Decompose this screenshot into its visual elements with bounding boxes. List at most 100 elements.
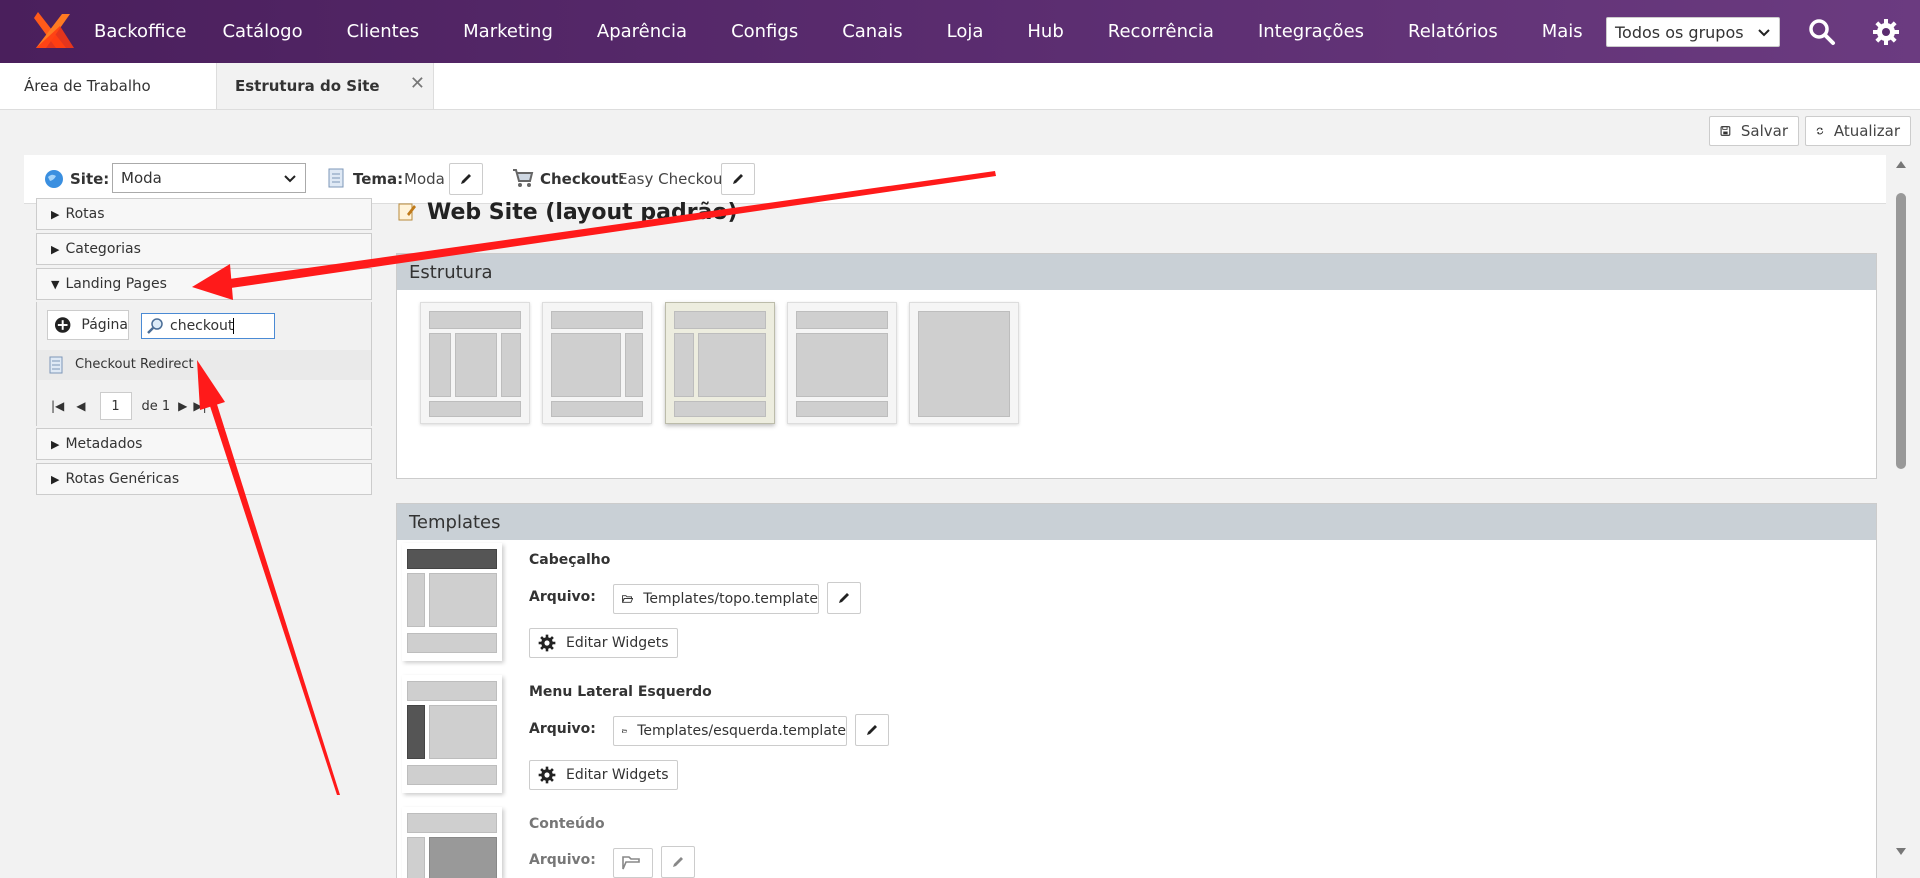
layout-option-left-sidebar-selected[interactable] [665,302,775,424]
layout-option-three-column[interactable] [420,302,530,424]
nav-item-integracoes[interactable]: Integrações [1236,0,1386,63]
plus-circle-icon [54,317,71,333]
nav-brand[interactable]: Backoffice [94,21,200,42]
nav-item-mais[interactable]: Mais [1520,0,1605,63]
search-value: checkout [170,318,234,334]
next-page-icon[interactable]: ▶ [178,399,187,413]
tab-bar: Área de Trabalho Estrutura do Site ✕ [0,63,1920,110]
accordion-label: Rotas [65,206,105,222]
edit-theme-button[interactable] [449,163,483,195]
template-thumb-content [402,807,502,878]
gear-icon[interactable] [1872,18,1900,46]
nav-item-catalogo[interactable]: Catálogo [200,0,324,63]
gear-icon [538,766,556,784]
list-item[interactable]: Checkout Redirect [37,350,371,380]
checkout-value: Easy Checkout [618,170,729,188]
vertical-scrollbar[interactable] [1893,155,1909,865]
template-file-field[interactable]: Templates/esquerda.template [613,716,847,746]
add-page-button[interactable]: Página [47,310,129,340]
first-page-icon[interactable]: |◀ [51,399,64,413]
section-header: Templates [397,504,1876,540]
template-file-label: Arquivo: [529,721,596,737]
page-number-input[interactable]: 1 [99,392,132,420]
folder-open-icon [622,729,628,733]
nav-item-canais[interactable]: Canais [820,0,924,63]
folder-open-icon [622,595,634,603]
layout-option-right-sidebar[interactable] [542,302,652,424]
nav-item-aparencia[interactable]: Aparência [575,0,709,63]
search-input[interactable]: checkout [141,313,275,339]
nav-item-marketing[interactable]: Marketing [441,0,575,63]
group-select-value: Todos os grupos [1615,22,1744,42]
refresh-icon [1816,127,1824,135]
nav-menu: Catálogo Clientes Marketing Aparência Co… [200,0,1604,63]
edit-widgets-button[interactable]: Editar Widgets [529,628,678,658]
landing-pages-panel: Página checkout Checkout Redirect |◀ ◀ 1… [36,302,372,426]
nav-item-recorrencia[interactable]: Recorrência [1086,0,1236,63]
template-file-field[interactable] [613,848,653,878]
site-bar: Site: Moda Tema: Moda Checkout: Easy Che… [24,155,1886,204]
tab-area-de-trabalho[interactable]: Área de Trabalho [24,63,214,109]
template-file-field[interactable]: Templates/topo.template [613,584,819,614]
accordion-label: Landing Pages [65,276,167,292]
nav-item-loja[interactable]: Loja [925,0,1006,63]
accordion-metadados[interactable]: ▶ Metadados [36,428,372,460]
nav-item-clientes[interactable]: Clientes [325,0,442,63]
pencil-icon [461,174,471,184]
nav-item-hub[interactable]: Hub [1005,0,1085,63]
page-doc-icon [49,356,63,374]
edit-template-button[interactable] [827,582,861,614]
triangle-right-icon: ▶ [51,242,60,256]
scrollbar-thumb[interactable] [1896,193,1906,469]
save-button[interactable]: Salvar [1709,116,1799,146]
page-title: Web Site (layout padrão) [427,200,738,225]
template-thumb-left-menu [402,675,502,793]
nav-item-configs[interactable]: Configs [709,0,820,63]
template-title: Menu Lateral Esquerdo [529,684,712,700]
page-count: de 1 [141,398,171,414]
checkout-label: Checkout: [540,170,625,188]
save-icon [1720,126,1731,136]
chevron-down-icon [284,175,296,183]
edit-widgets-button[interactable]: Editar Widgets [529,760,678,790]
brand-logo-icon[interactable] [30,8,78,56]
edit-checkout-button[interactable] [721,163,755,195]
scroll-down-icon[interactable] [1895,847,1907,857]
save-label: Salvar [1740,122,1788,140]
template-file-value: Templates/esquerda.template [637,723,846,739]
group-select[interactable]: Todos os grupos [1606,17,1780,47]
refresh-button[interactable]: Atualizar [1805,116,1911,146]
layout-option-single-column[interactable] [787,302,897,424]
site-select[interactable]: Moda [112,163,306,193]
edit-template-button[interactable] [855,714,889,746]
edit-template-button[interactable] [661,846,695,878]
triangle-right-icon: ▶ [51,472,60,486]
cart-icon [513,169,534,187]
search-icon[interactable] [1808,18,1836,46]
accordion-label: Metadados [65,436,143,452]
last-page-icon[interactable]: ▶| [193,399,206,413]
pencil-icon [733,174,743,184]
prev-page-icon[interactable]: ◀ [76,399,85,413]
nav-item-relatorios[interactable]: Relatórios [1386,0,1520,63]
close-icon[interactable]: ✕ [410,73,425,94]
pagination: |◀ ◀ 1 de 1 ▶ ▶| [51,392,207,420]
accordion-rotas-genericas[interactable]: ▶ Rotas Genéricas [36,463,372,495]
tab-estrutura-do-site[interactable]: Estrutura do Site ✕ [216,63,434,109]
accordion-landing-pages[interactable]: ▼ Landing Pages [36,268,372,300]
theme-doc-icon [328,168,344,188]
section-header: Estrutura [397,254,1876,290]
accordion-rotas[interactable]: ▶ Rotas [36,198,372,230]
top-navbar: Backoffice Catálogo Clientes Marketing A… [0,0,1920,63]
layout-option-blank[interactable] [909,302,1019,424]
chevron-down-icon [1758,29,1770,37]
scroll-up-icon[interactable] [1895,159,1907,169]
template-title: Conteúdo [529,816,605,832]
theme-label: Tema: [353,170,404,188]
accordion-categorias[interactable]: ▶ Categorias [36,233,372,265]
template-title: Cabeçalho [529,552,611,568]
template-file-label: Arquivo: [529,589,596,605]
edit-document-icon [398,203,416,221]
edit-widgets-label: Editar Widgets [566,767,669,783]
refresh-label: Atualizar [1833,122,1900,140]
